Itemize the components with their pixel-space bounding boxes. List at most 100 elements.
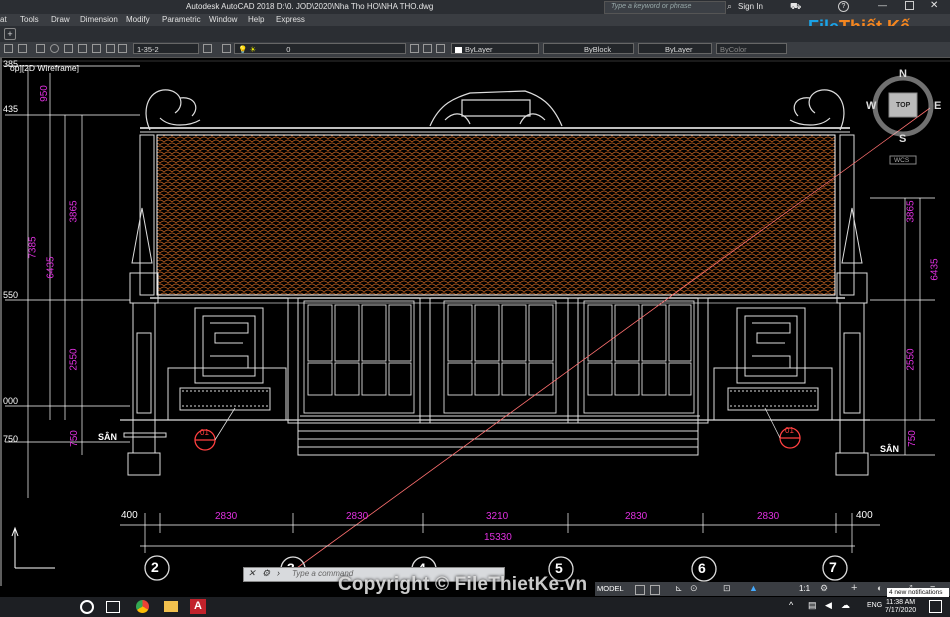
viewport-controls-label[interactable]: op][2D Wireframe] (10, 63, 79, 73)
ortho-icon[interactable]: ⊾ (675, 583, 683, 594)
tool-icon[interactable] (64, 44, 73, 53)
dimstyle-dropdown[interactable]: 1-35-2 (133, 43, 199, 54)
network-icon[interactable]: ▤ (808, 600, 817, 611)
layer-icon[interactable] (222, 44, 231, 53)
yard-label: SÂN (880, 444, 900, 454)
tool-icon[interactable] (18, 44, 27, 53)
menu-item[interactable]: at (0, 15, 7, 24)
grid-icon[interactable] (635, 585, 645, 595)
tool-icon[interactable] (118, 44, 127, 53)
navcube-top[interactable]: TOP (896, 102, 910, 109)
tool-icon[interactable] (106, 44, 115, 53)
color-value: ByLayer (465, 45, 493, 54)
annotation-icon[interactable]: ▲ (749, 583, 758, 593)
navcube-north[interactable]: N (899, 68, 907, 80)
action-center-icon[interactable] (929, 600, 942, 613)
menu-item-help[interactable]: Help (248, 15, 264, 24)
close-icon[interactable]: ✕ (930, 0, 938, 11)
windows-taskbar: A ^ ▤ ◀ ☁ ENG 11:38 AM 7/17/2020 (0, 597, 950, 617)
tool-icon[interactable] (36, 44, 45, 53)
tool-icon[interactable] (423, 44, 432, 53)
tool-icon[interactable] (203, 44, 212, 53)
help-icon[interactable]: ? (838, 1, 849, 12)
model-space-button[interactable]: MODEL (597, 584, 624, 593)
navcube-west[interactable]: W (866, 100, 876, 112)
color-dropdown[interactable]: ByLayer (451, 43, 539, 54)
dim-text: 2550 (68, 348, 80, 371)
tool-icon[interactable] (92, 44, 101, 53)
tool-icon[interactable] (78, 44, 87, 53)
clock-time: 11:38 AM (886, 599, 916, 606)
file-explorer-icon[interactable] (164, 601, 178, 612)
layer-dropdown[interactable]: 💡 ☀ 0 (234, 43, 406, 54)
dim-text: 2830 (625, 511, 648, 522)
chrome-icon[interactable] (136, 600, 149, 613)
add-icon[interactable]: + (851, 582, 857, 594)
gear-icon[interactable]: ⚙ (820, 583, 828, 594)
menu-item-draw[interactable]: Draw (51, 15, 70, 24)
menu-item-window[interactable]: Window (209, 15, 237, 24)
plotstyle-dropdown[interactable]: ByColor (716, 43, 787, 54)
dim-text: 400 (121, 510, 138, 521)
wrench-icon[interactable]: ⚙ (262, 568, 270, 579)
osnap-icon[interactable]: ⊡ (723, 583, 731, 594)
binoculars-icon[interactable]: ⌕ (727, 1, 732, 12)
drawing-viewport[interactable]: op][2D Wireframe] (0, 58, 950, 586)
menu-item-dimension[interactable]: Dimension (80, 15, 118, 24)
volume-icon[interactable]: ◀ (825, 600, 832, 611)
minimize-icon[interactable]: — (878, 0, 887, 10)
sign-in-link[interactable]: Sign In (738, 2, 763, 11)
tool-icon[interactable] (436, 44, 445, 53)
wcs-menu[interactable]: WCS (894, 157, 909, 164)
menu-item-parametric[interactable]: Parametric (162, 15, 201, 24)
search-placeholder: Type a keyword or phrase (611, 3, 692, 10)
sun-icon: ☀ (249, 45, 257, 54)
grid-bubble-label: 7 (829, 559, 837, 575)
polar-icon[interactable]: ⊙ (690, 583, 698, 594)
annotation-scale[interactable]: 1:1 (799, 584, 810, 593)
tray-chevron-icon[interactable]: ^ (789, 600, 793, 610)
linetype-dropdown[interactable]: ByBlock (543, 43, 634, 54)
tag-text: 01 (785, 426, 794, 435)
navcube-east[interactable]: E (934, 100, 941, 112)
level-label: 385 (3, 59, 19, 69)
dim-text: 2550 (905, 348, 917, 371)
prompt-icon: › (277, 568, 280, 578)
ribbon-strip: + (0, 26, 950, 43)
dim-text: 950 (38, 85, 50, 102)
autocad-taskbar-icon[interactable]: A (190, 599, 206, 614)
isolate-icon[interactable]: ◐ (877, 583, 882, 593)
menu-item-tools[interactable]: Tools (20, 15, 39, 24)
tool-icon[interactable] (410, 44, 419, 53)
menu-item-express[interactable]: Express (276, 15, 305, 24)
help-search-input[interactable]: Type a keyword or phrase (604, 1, 726, 14)
task-view-icon[interactable] (106, 601, 120, 613)
tool-icon[interactable] (4, 44, 13, 53)
tool-icon[interactable] (50, 44, 59, 53)
add-tab-icon[interactable]: + (4, 28, 16, 40)
dim-text: 750 (906, 430, 918, 447)
dim-text: 400 (856, 510, 873, 521)
color-swatch (455, 46, 462, 53)
menu-item-modify[interactable]: Modify (126, 15, 150, 24)
dim-text: 3865 (905, 200, 917, 223)
level-label: 750 (3, 434, 19, 444)
layer-name: 0 (286, 45, 291, 54)
dim-text: 6435 (929, 258, 941, 281)
navcube-south[interactable]: S (899, 133, 906, 145)
close-icon[interactable]: ✕ (248, 568, 256, 579)
clock[interactable]: 11:38 AM 7/17/2020 (885, 599, 916, 615)
dim-text: 2830 (757, 511, 780, 522)
onedrive-icon[interactable]: ☁ (841, 600, 850, 611)
snap-icon[interactable] (650, 585, 660, 595)
cortana-icon[interactable] (80, 600, 94, 614)
language-indicator[interactable]: ENG (867, 602, 882, 609)
maximize-icon[interactable] (905, 1, 914, 10)
dim-text: 3865 (68, 200, 80, 223)
title-bar: Autodesk AutoCAD 2018 D:\0. JOD\2020\Nha… (0, 0, 950, 14)
lineweight-dropdown[interactable]: ByLayer (638, 43, 712, 54)
dim-text: 7385 (27, 236, 39, 259)
grid-bubble-label: 2 (151, 559, 159, 575)
cart-icon[interactable]: ⛟ (790, 1, 801, 13)
dim-text-total: 15330 (484, 532, 512, 543)
